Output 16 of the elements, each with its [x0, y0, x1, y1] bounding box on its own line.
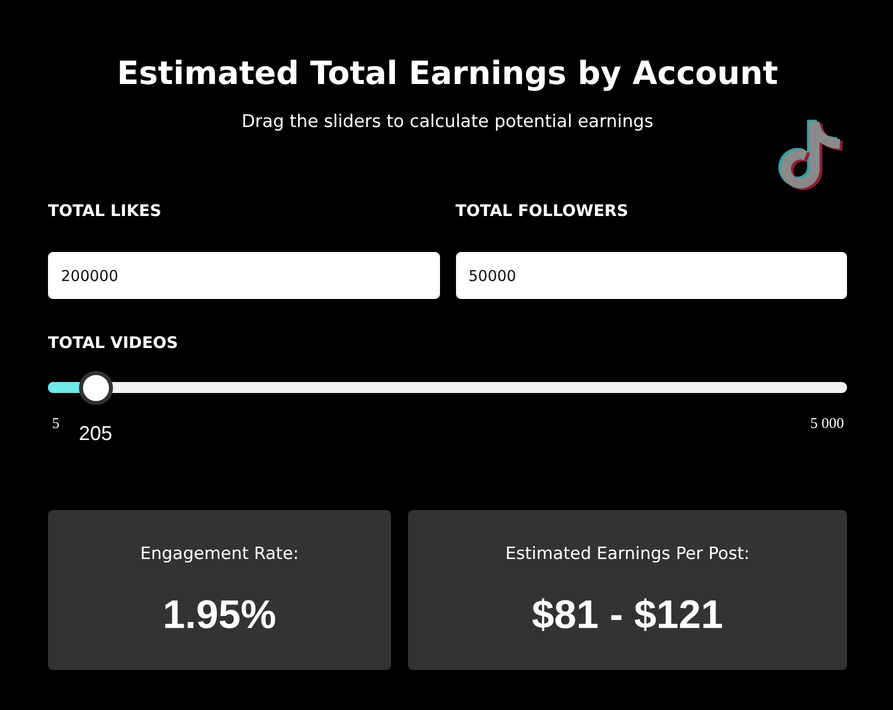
- field-label: TOTAL LIKES: [48, 200, 162, 222]
- input-field[interactable]: 50000: [456, 252, 847, 299]
- result-label: Estimated Earnings Per Post:: [505, 543, 750, 566]
- slider-label: TOTAL VIDEOS: [48, 332, 178, 354]
- max-value: 5 000: [810, 415, 844, 433]
- field-label: TOTAL FOLLOWERS: [456, 200, 628, 222]
- result-value: $81 - $121: [532, 592, 724, 639]
- slider-thumb[interactable]: [78, 371, 113, 405]
- page-title: Estimated Total Earnings by Account: [116, 53, 778, 94]
- input-field[interactable]: 200000: [48, 252, 440, 299]
- min-value: 5: [52, 415, 60, 433]
- page-subtitle: Drag the sliders to calculate potential earnings: [242, 111, 654, 134]
- slider-value: 205: [78, 422, 112, 447]
- slider-track[interactable]: [48, 371, 847, 405]
- result-label: Engagement Rate:: [140, 543, 299, 566]
- result-value: 1.95%: [162, 592, 276, 639]
